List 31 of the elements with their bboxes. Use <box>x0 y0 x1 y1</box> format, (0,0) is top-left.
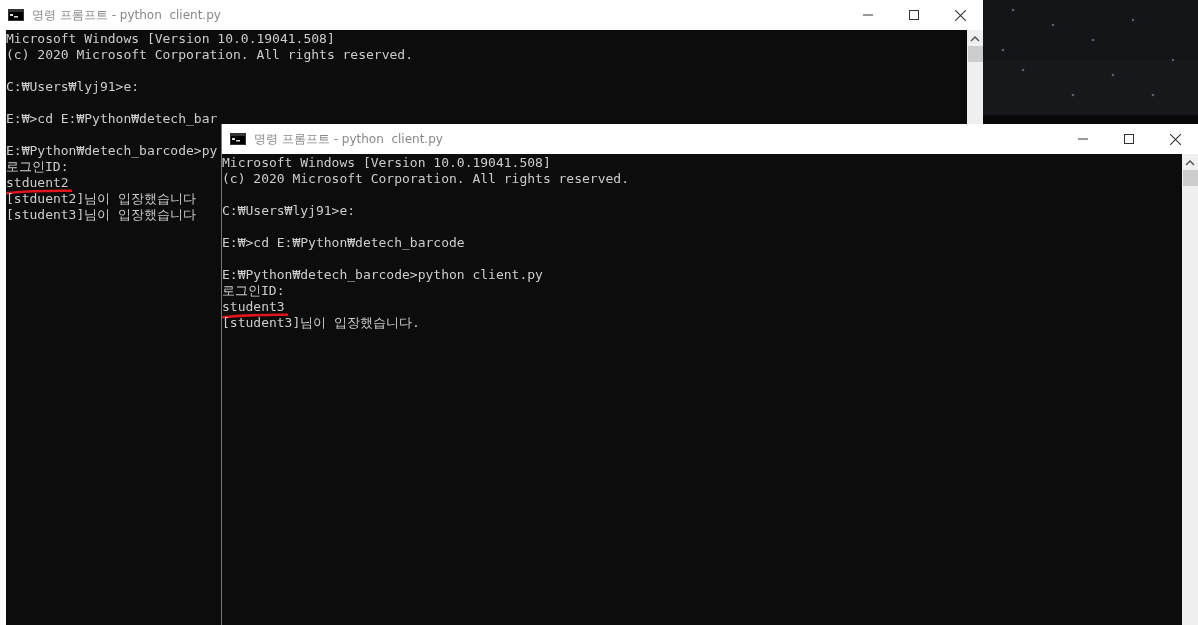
console-line: E:₩Python₩detech_barcode>python client.py <box>222 267 543 282</box>
console-line: Microsoft Windows [Version 10.0.19041.508] <box>6 31 335 46</box>
close-icon <box>954 9 966 21</box>
window-title: 명령 프롬프트 - python client.py <box>254 130 443 148</box>
scroll-thumb[interactable] <box>967 46 983 62</box>
console-line: [student3]님이 입장했습니다. <box>222 315 420 330</box>
close-icon <box>1169 133 1181 145</box>
console-line: (c) 2020 Microsoft Corporation. All rights reserved. <box>6 47 413 62</box>
console-line: Microsoft Windows [Version 10.0.19041.508] <box>222 155 551 170</box>
window-title: 명령 프롬프트 - python client.py <box>32 6 221 24</box>
scroll-up-icon <box>1185 160 1195 166</box>
console-line: C:₩Users₩lyj91>e: <box>222 203 356 218</box>
scroll-up-icon <box>970 36 980 42</box>
console-line: [stduent2]님이 입장했습니다 <box>6 191 197 206</box>
scroll-thumb[interactable] <box>1182 170 1198 186</box>
scrollbar[interactable] <box>967 30 983 124</box>
console-line: (c) 2020 Microsoft Corporation. All rights reserved. <box>222 171 629 186</box>
maximize-icon <box>1124 134 1134 144</box>
terminal-icon <box>230 133 246 145</box>
scrollbar[interactable] <box>1182 154 1198 625</box>
console-line: stduent2 <box>6 175 69 190</box>
console-line: 로그인ID: <box>222 283 285 298</box>
console-line: C:₩Users₩lyj91>e: <box>6 79 140 94</box>
console-line: E:₩Python₩detech_barcode>py <box>6 143 218 158</box>
terminal-icon <box>8 9 24 21</box>
console-line: 로그인ID: <box>6 159 69 174</box>
maximize-icon <box>909 10 919 20</box>
console-line: E:₩>cd E:₩Python₩detech_barcode <box>222 235 465 250</box>
console-line: E:₩>cd E:₩Python₩detech_bar <box>6 111 218 126</box>
console-line: student3 <box>222 299 285 314</box>
console-line: [student3]님이 입장했습니다 <box>6 207 197 222</box>
